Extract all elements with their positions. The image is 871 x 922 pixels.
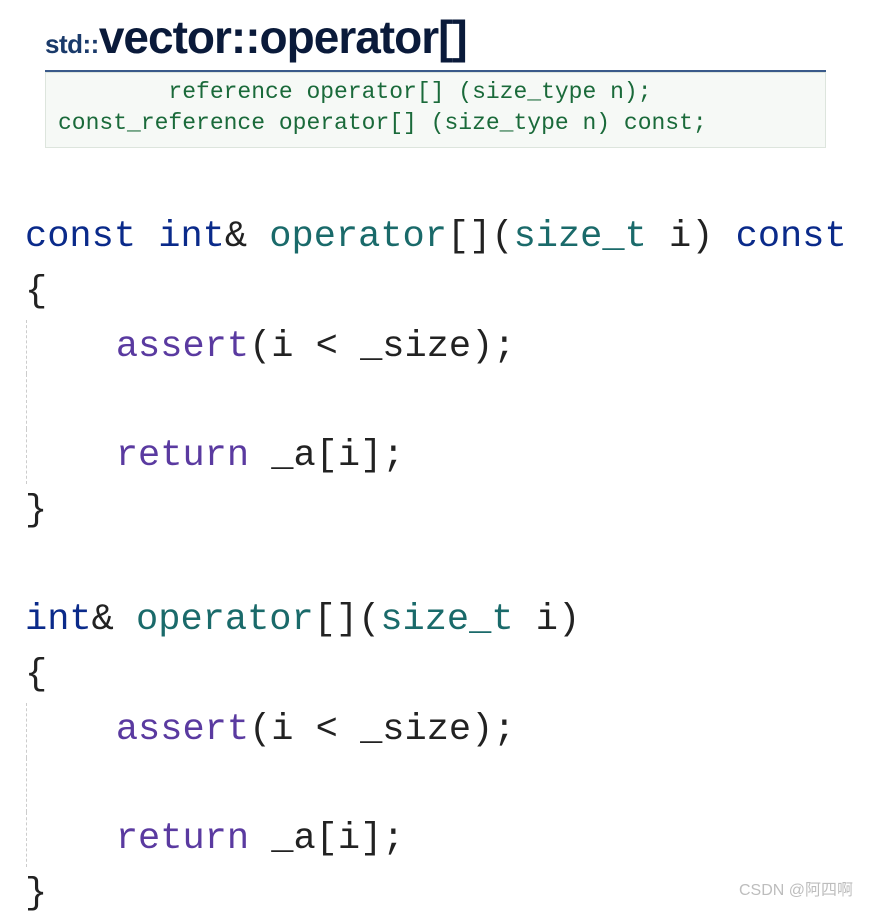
signature-line-1: reference operator[] (size_type n); xyxy=(58,77,813,108)
code-block: const int& operator[](size_t i) const { … xyxy=(24,210,871,922)
page-title: std::vector::operator[] xyxy=(45,10,826,72)
code-line: assert(i < _size); xyxy=(26,320,871,375)
title-namespace: std:: xyxy=(45,29,99,59)
code-line: assert(i < _size); xyxy=(26,703,871,758)
code-line: { xyxy=(24,648,871,703)
code-line: return _a[i]; xyxy=(26,429,871,484)
signature-line-2: const_reference operator[] (size_type n)… xyxy=(58,108,813,139)
code-line: return _a[i]; xyxy=(26,812,871,867)
code-line: const int& operator[](size_t i) const xyxy=(24,210,871,265)
code-line xyxy=(26,374,871,429)
reference-header: std::vector::operator[] reference operat… xyxy=(45,10,826,148)
code-line: int& operator[](size_t i) xyxy=(24,593,871,648)
title-symbol: vector::operator[] xyxy=(99,11,467,63)
code-line: { xyxy=(24,265,871,320)
signature-box: reference operator[] (size_type n); cons… xyxy=(45,72,826,148)
code-line: } xyxy=(24,484,871,539)
code-line xyxy=(26,758,871,813)
code-line xyxy=(24,539,871,594)
watermark: CSDN @阿四啊 xyxy=(739,876,853,900)
